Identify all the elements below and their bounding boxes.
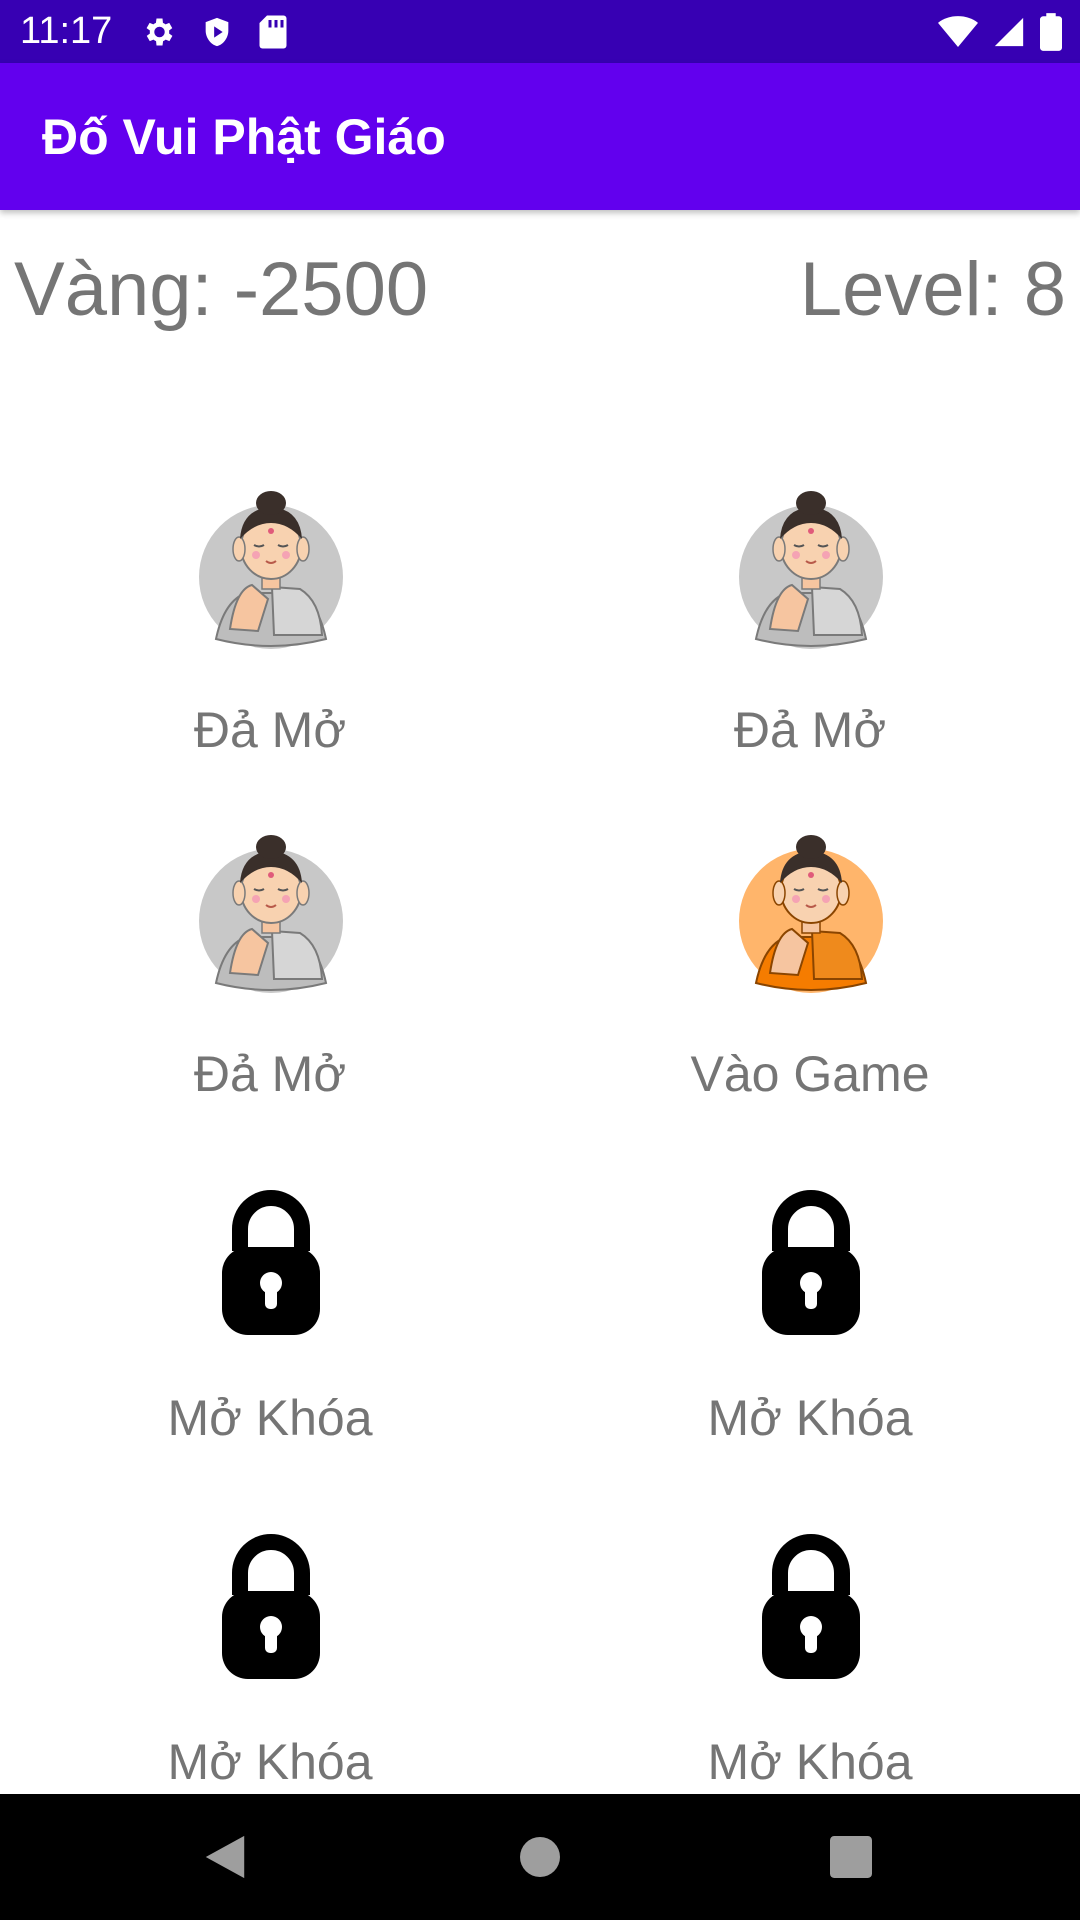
- lock-icon: [762, 1190, 860, 1335]
- level-cell-7[interactable]: Mở Khóa: [0, 1497, 540, 1841]
- app-bar: Đố Vui Phật Giáo: [0, 63, 1080, 210]
- recents-icon: [830, 1836, 872, 1878]
- level-cell-5[interactable]: Mở Khóa: [0, 1153, 540, 1497]
- level-cell-8[interactable]: Mở Khóa: [540, 1497, 1080, 1841]
- buddha-orange-icon: [739, 835, 883, 993]
- level-cell-label: Đả Mở: [733, 702, 887, 758]
- buddha-gray-icon: [199, 835, 343, 993]
- status-right-icons: [938, 12, 1062, 52]
- level-cell-1[interactable]: Đả Mở: [0, 465, 540, 809]
- home-button[interactable]: [507, 1824, 573, 1890]
- level-cell-label: Mở Khóa: [167, 1390, 373, 1446]
- sd-card-icon: [259, 15, 287, 49]
- level-cell-4[interactable]: Vào Game: [540, 809, 1080, 1153]
- status-left-icons: [140, 12, 288, 52]
- back-button[interactable]: [192, 1824, 258, 1890]
- level-cell-label: Mở Khóa: [167, 1734, 373, 1790]
- stats-row: Vàng: -2500 Level: 8: [0, 245, 1080, 335]
- signal-icon: [994, 17, 1024, 47]
- shield-icon: [205, 17, 229, 47]
- level-cell-6[interactable]: Mở Khóa: [540, 1153, 1080, 1497]
- home-icon: [520, 1837, 560, 1877]
- level-cell-label: Mở Khóa: [707, 1390, 913, 1446]
- app-title: Đố Vui Phật Giáo: [42, 109, 446, 165]
- battery-icon: [1040, 13, 1062, 51]
- lock-icon: [762, 1534, 860, 1679]
- gold-counter: Vàng: -2500: [14, 247, 429, 332]
- navigation-bar: [0, 1794, 1080, 1920]
- level-counter: Level: 8: [799, 247, 1066, 332]
- level-cell-label: Đả Mở: [193, 702, 347, 758]
- buddha-gray-icon: [199, 491, 343, 649]
- level-cell-label: Mở Khóa: [707, 1734, 913, 1790]
- recents-button[interactable]: [818, 1824, 884, 1890]
- wifi-icon: [938, 16, 978, 47]
- screen: 11:17 Đố Vui Phật Giáo Vàng: -2500 Level…: [0, 0, 1080, 1920]
- level-cell-3[interactable]: Đả Mở: [0, 809, 540, 1153]
- level-cell-label: Đả Mở: [193, 1046, 347, 1102]
- back-icon: [205, 1835, 245, 1879]
- status-bar: 11:17: [0, 0, 1080, 63]
- lock-icon: [222, 1534, 320, 1679]
- status-time: 11:17: [20, 10, 113, 52]
- lock-icon: [222, 1190, 320, 1335]
- level-cell-2[interactable]: Đả Mở: [540, 465, 1080, 809]
- buddha-gray-icon: [739, 491, 883, 649]
- level-cell-label: Vào Game: [690, 1046, 930, 1102]
- gear-icon: [146, 18, 173, 46]
